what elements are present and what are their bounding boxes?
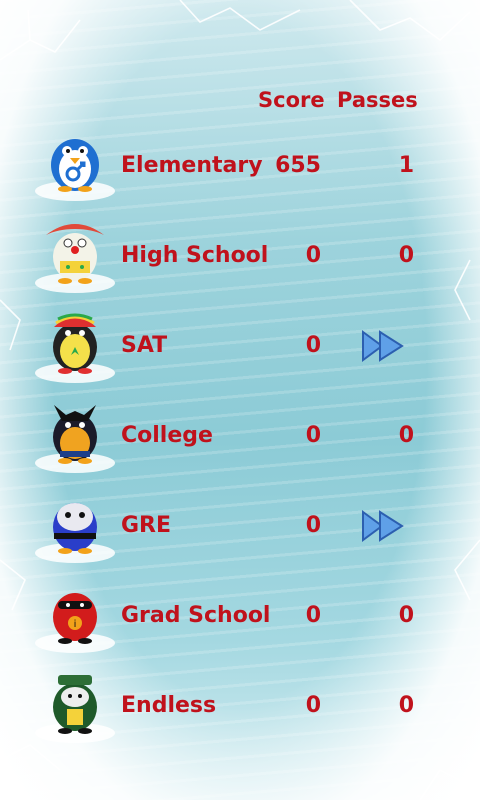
level-row-high-school[interactable]: High School 0 0: [0, 215, 480, 305]
level-name: High School: [121, 243, 269, 268]
level-row-college[interactable]: College 0 0: [0, 395, 480, 485]
fast-forward-icon[interactable]: [360, 509, 406, 543]
level-row-grad-school[interactable]: i Grad School 0 0: [0, 575, 480, 665]
score-column-header: Score: [258, 88, 325, 112]
level-passes: 0: [398, 693, 414, 718]
penguin-wolverine-icon: [35, 405, 115, 473]
level-score: 0: [305, 423, 321, 448]
penguin-officer-icon: [35, 675, 115, 743]
level-row-endless[interactable]: Endless 0 0: [0, 665, 480, 755]
level-score: 0: [305, 243, 321, 268]
level-passes: 0: [398, 423, 414, 448]
level-name: Endless: [121, 693, 217, 718]
level-passes: 1: [398, 153, 414, 178]
level-name: Elementary: [121, 153, 263, 178]
penguin-clown-icon: [35, 224, 115, 293]
penguin-male-symbol-icon: [35, 139, 115, 201]
level-passes: 0: [398, 603, 414, 628]
passes-column-header: Passes: [337, 88, 418, 112]
level-score: 655: [275, 153, 321, 178]
penguin-incredible-icon: i: [35, 593, 115, 653]
fast-forward-icon[interactable]: [360, 329, 406, 363]
level-score: 0: [305, 333, 321, 358]
svg-text:i: i: [74, 619, 77, 630]
level-name: Grad School: [121, 603, 271, 628]
penguin-rasta-icon: [35, 313, 115, 383]
level-score: 0: [305, 513, 321, 538]
level-score: 0: [305, 693, 321, 718]
level-row-elementary[interactable]: Elementary 655 1: [0, 125, 480, 215]
level-row-gre[interactable]: GRE 0: [0, 485, 480, 575]
level-name: College: [121, 423, 213, 448]
level-passes: 0: [398, 243, 414, 268]
level-name: SAT: [121, 333, 168, 358]
level-name: GRE: [121, 513, 172, 538]
penguin-ninja-icon: [35, 503, 115, 563]
level-row-sat[interactable]: SAT 0: [0, 305, 480, 395]
level-score: 0: [305, 603, 321, 628]
